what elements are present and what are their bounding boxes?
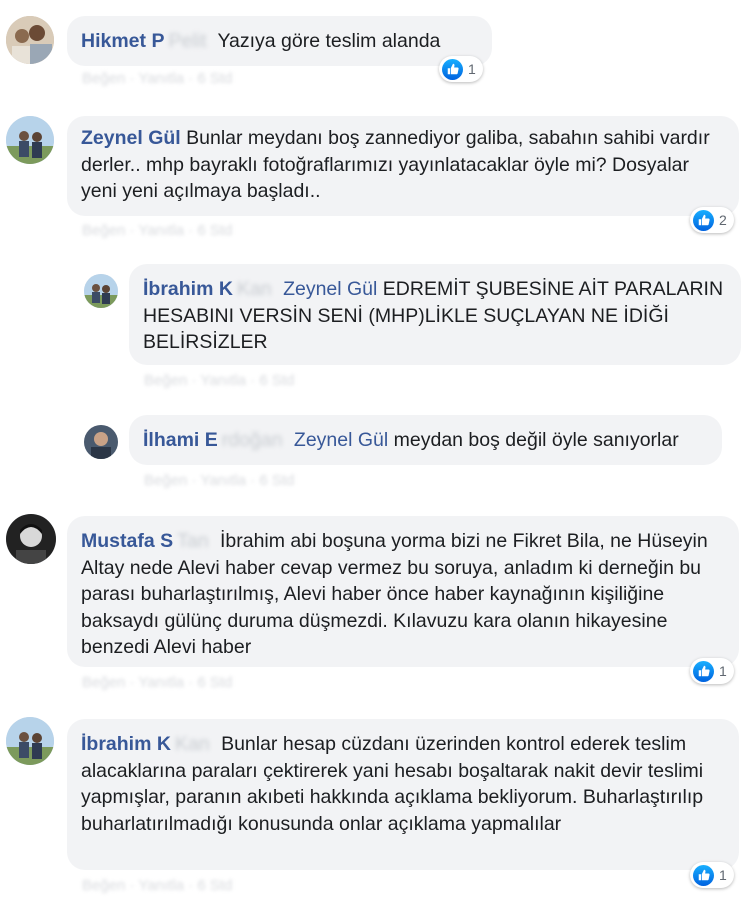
comment-meta: Beğen · Yanıtla · 6 Std [82,70,233,87]
avatar[interactable] [6,514,56,564]
comment-bubble: Mustafa S Tan İbrahim abi boşuna yorma bi… [67,516,739,667]
comment-text: İbrahim abi boşuna yorma bizi ne Fikret … [81,530,708,658]
comment-bubble: İbrahim K Kan Bunlar hesap cüzdanı üzerin… [67,719,739,870]
like-count: 1 [468,61,476,77]
comment-meta: Beğen · Yanıtla · 6 Std [82,877,233,894]
avatar[interactable] [6,717,54,765]
like-icon [442,58,463,80]
like-icon [693,660,714,682]
like-count-badge[interactable]: 1 [690,658,734,684]
comment-bubble: İbrahim K Kan Zeynel Gül EDREMİT ŞUBESİNE… [129,264,741,365]
comment-bubble: İlhami Erdoğan Zeynel Gül meydan boş değ… [129,415,722,465]
comment-author[interactable]: Hikmet P [81,30,164,52]
comment-author[interactable]: İlhami E [143,429,218,451]
comment-meta: Beğen · Yanıtla · 6 Std [144,472,295,489]
mention-link[interactable]: Zeynel Gül [283,278,377,300]
comment-text: meydan boş değil öyle sanıyorlar [393,429,679,451]
comment-meta: Beğen · Yanıtla · 6 Std [82,674,233,691]
comment-bubble: Hikmet P Pelit Yazıya göre teslim alanda [67,16,492,66]
like-count-badge[interactable]: 1 [690,862,734,888]
like-icon [693,864,714,886]
like-count: 1 [719,867,727,883]
mention-link[interactable]: Zeynel Gül [294,429,388,451]
like-count: 1 [719,663,727,679]
comment-bubble: Zeynel Gül Bunlar meydanı boş zannediyor… [67,116,739,216]
like-count: 2 [719,212,727,228]
avatar[interactable] [6,16,54,64]
like-count-badge[interactable]: 1 [439,56,483,82]
comment-author[interactable]: İbrahim K [143,278,233,300]
like-count-badge[interactable]: 2 [690,207,734,233]
comment-meta: Beğen · Yanıtla · 6 Std [144,372,295,389]
comment-text: Yazıya göre teslim alanda [217,30,441,52]
like-icon [693,209,714,231]
comment-author[interactable]: Mustafa S [81,530,173,552]
avatar[interactable] [84,425,118,459]
comment-meta: Beğen · Yanıtla · 6 Std [82,222,233,239]
comment-author[interactable]: İbrahim K [81,733,171,755]
avatar[interactable] [84,274,118,308]
avatar[interactable] [6,116,54,164]
comment-author[interactable]: Zeynel Gül [81,127,181,149]
